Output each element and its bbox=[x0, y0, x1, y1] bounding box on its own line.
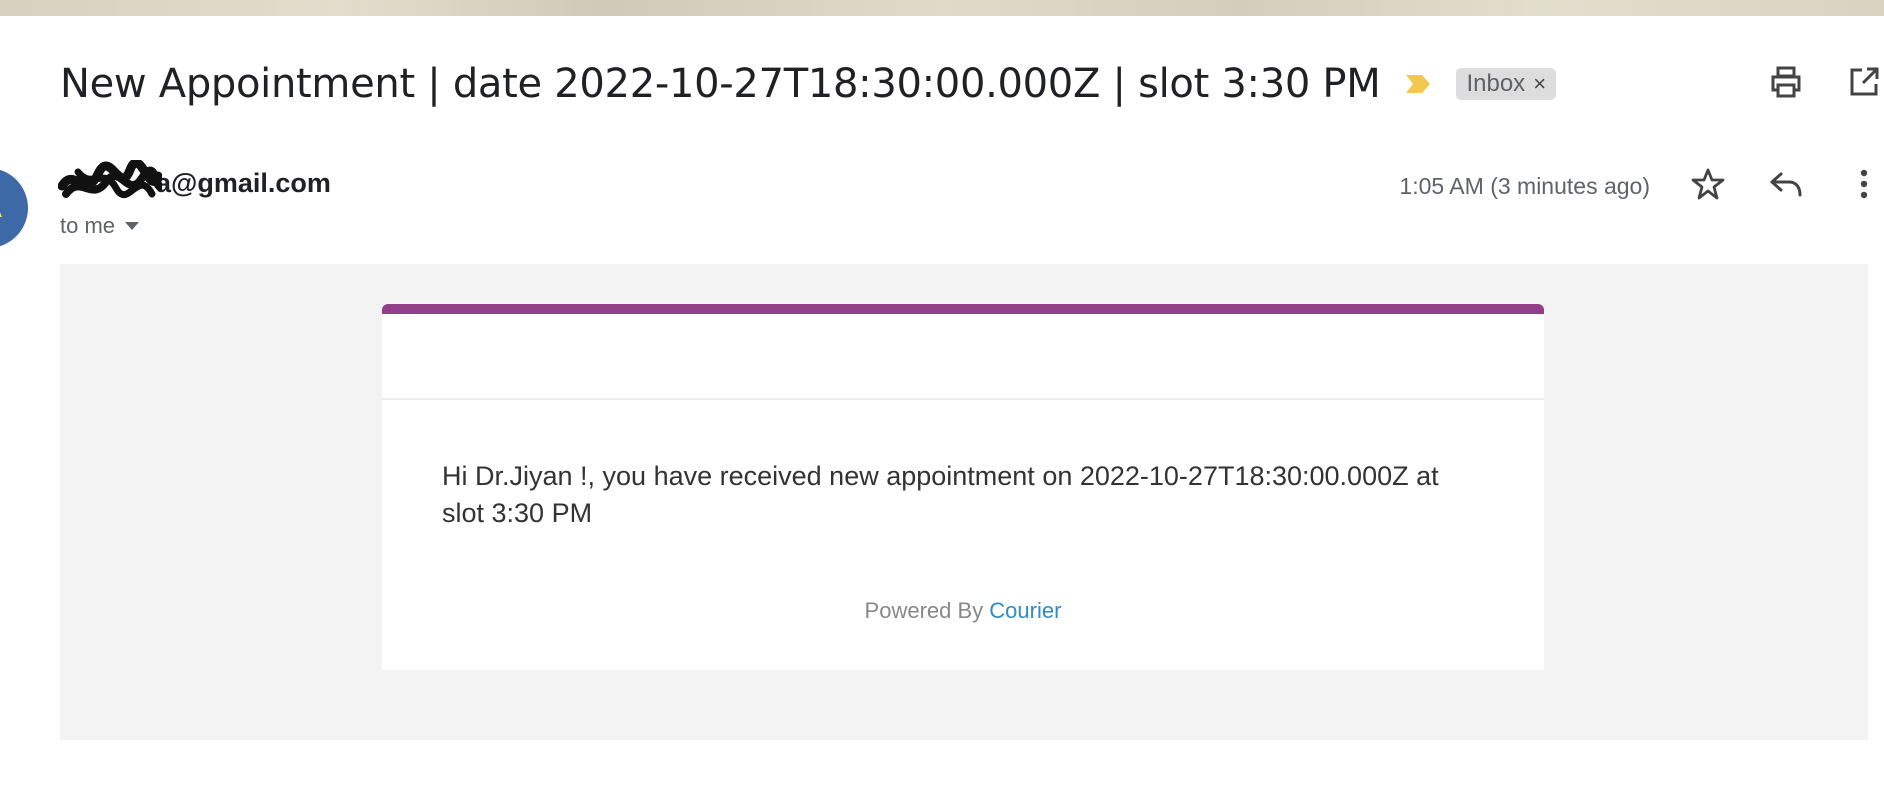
print-button[interactable] bbox=[1766, 64, 1806, 104]
subject-row: New Appointment | date 2022-10-27T18:30:… bbox=[60, 58, 1557, 110]
reply-button[interactable] bbox=[1766, 166, 1806, 206]
sender-email[interactable]: a@gmail.com bbox=[58, 160, 331, 199]
star-button[interactable] bbox=[1688, 166, 1728, 206]
powered-by-footer: Powered By Courier bbox=[382, 598, 1544, 624]
more-vertical-icon bbox=[1859, 169, 1869, 204]
reply-icon bbox=[1769, 170, 1803, 203]
label-chip-inbox[interactable]: Inbox × bbox=[1456, 68, 1557, 100]
card-header bbox=[382, 314, 1544, 400]
notification-card: Hi Dr.Jiyan !, you have received new app… bbox=[382, 304, 1544, 670]
sender-block: a@gmail.com to me bbox=[58, 160, 331, 239]
open-in-new-window-button[interactable] bbox=[1844, 64, 1884, 104]
remove-label-button[interactable]: × bbox=[1533, 71, 1546, 97]
powered-by-text: Powered By bbox=[864, 598, 984, 623]
email-subject: New Appointment | date 2022-10-27T18:30:… bbox=[60, 61, 1381, 107]
recipient-line[interactable]: to me bbox=[60, 213, 331, 239]
print-icon bbox=[1769, 66, 1803, 103]
more-options-button[interactable] bbox=[1844, 166, 1884, 206]
redaction-scribble bbox=[58, 160, 162, 199]
star-icon bbox=[1691, 167, 1725, 206]
recipient-details-caret-icon[interactable] bbox=[125, 222, 140, 230]
message-actions bbox=[1688, 166, 1884, 206]
open-in-new-window-icon bbox=[1848, 66, 1880, 103]
timestamp: 1:05 AM (3 minutes ago) bbox=[1399, 172, 1650, 199]
courier-link[interactable]: Courier bbox=[989, 598, 1061, 623]
email-body: Hi Dr.Jiyan !, you have received new app… bbox=[60, 264, 1868, 740]
top-actions bbox=[1766, 64, 1884, 104]
message-meta: 1:05 AM (3 minutes ago) bbox=[1399, 166, 1884, 206]
header-background-strip bbox=[0, 0, 1884, 16]
recipient-text: to me bbox=[60, 213, 116, 238]
sender-avatar[interactable]: A bbox=[0, 168, 28, 248]
avatar-initial: A bbox=[0, 191, 2, 225]
label-chip-text: Inbox bbox=[1466, 70, 1526, 97]
card-message: Hi Dr.Jiyan !, you have received new app… bbox=[442, 461, 1439, 528]
importance-marker-icon[interactable] bbox=[1406, 75, 1431, 93]
